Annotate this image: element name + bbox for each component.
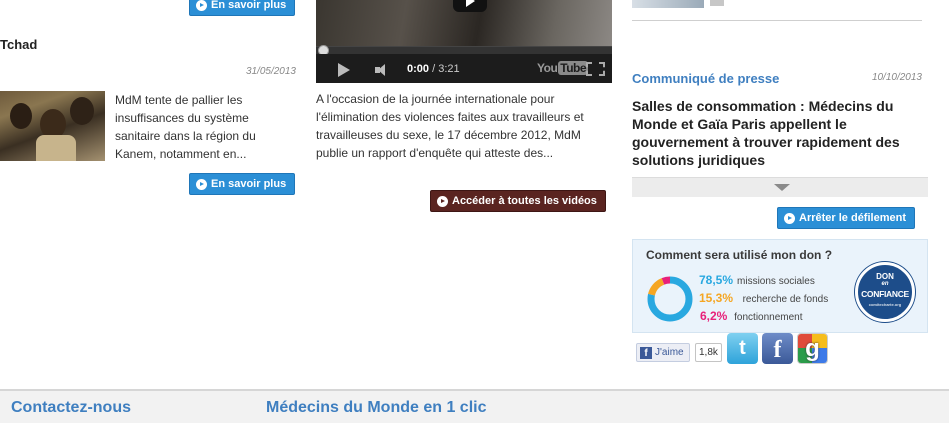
volume-icon[interactable] [375, 64, 393, 76]
button-label: Accéder à toutes les vidéos [452, 195, 597, 207]
arrow-circle-icon [437, 195, 448, 207]
google-plus-icon[interactable]: g [797, 333, 828, 364]
stop-scroll-button[interactable]: Arrêter le défilement [777, 207, 915, 229]
contact-link[interactable]: Contactez-nous [11, 399, 131, 417]
time-current: 0:00 [407, 63, 430, 75]
facebook-glyph: f [773, 337, 782, 363]
stat-pct: 15,3% [699, 291, 734, 305]
press-date: 10/10/2013 [871, 72, 922, 83]
stat-label: recherche de fonds [742, 294, 829, 305]
video-time: 0:00 / 3:21 [407, 63, 460, 75]
seal-line: en [881, 281, 889, 287]
youtube-logo[interactable]: You Tube [537, 61, 589, 75]
video-description: A l'occasion de la journée international… [316, 92, 584, 160]
en-savoir-plus-top-button[interactable]: En savoir plus [189, 0, 296, 16]
stat-fundraising: 15,3% recherche de fonds [699, 291, 828, 305]
news-date: 31/05/2013 [245, 66, 296, 77]
youtube-logo-you: You [537, 61, 558, 75]
like-count: 1,8k [695, 343, 722, 362]
button-label: Arrêter le défilement [799, 212, 906, 224]
page: En savoir plus Tchad 31/05/2013 MdM tent… [0, 0, 949, 423]
top-banner-fragment [632, 0, 732, 8]
news-thumbnail[interactable] [0, 91, 105, 161]
donation-question: Comment sera utilisé mon don ? [646, 248, 833, 262]
video-player[interactable]: 0:00 / 3:21 You Tube [316, 0, 612, 83]
news-excerpt: MdM tente de pallier les insuffisances d… [115, 93, 256, 161]
seal-line: comitecharte.org [868, 302, 902, 307]
seal-line: CONFIANCE [861, 289, 909, 299]
arrow-circle-icon [196, 178, 207, 190]
one-click-link[interactable]: Médecins du Monde en 1 clic [266, 399, 487, 417]
stat-label: fonctionnement [734, 312, 803, 323]
don-en-confiance-seal[interactable]: DON en CONFIANCE comitecharte.org [855, 262, 915, 322]
chevron-down-icon[interactable] [774, 184, 790, 191]
press-title[interactable]: Salles de consommation : Médecins du Mon… [632, 97, 932, 169]
divider [632, 20, 922, 21]
seal-line: DON [876, 272, 894, 281]
en-savoir-plus-button[interactable]: En savoir plus [189, 173, 296, 195]
video-progress-bar[interactable] [316, 46, 612, 54]
fullscreen-icon[interactable] [586, 62, 605, 76]
footer: Contactez-nous Médecins du Monde en 1 cl… [0, 389, 949, 423]
stat-pct: 78,5% [699, 273, 734, 287]
press-category[interactable]: Communiqué de presse [632, 71, 779, 86]
stat-label: missions sociales [737, 276, 815, 287]
news-title[interactable]: Tchad [0, 37, 37, 52]
like-label: J'aime [655, 347, 684, 358]
donation-usage-box[interactable]: Comment sera utilisé mon don ? 78,5% miss… [632, 239, 928, 333]
stat-operations: 6,2% fonctionnement [699, 309, 803, 323]
time-total: 3:21 [438, 63, 460, 75]
button-label: En savoir plus [211, 0, 287, 11]
play-icon[interactable] [338, 63, 350, 77]
stat-pct: 6,2% [700, 309, 728, 323]
twitter-glyph: t [739, 337, 746, 359]
facebook-like-button[interactable]: f J'aime [636, 343, 690, 362]
scroll-down-bar[interactable] [632, 177, 928, 197]
facebook-icon: f [640, 346, 652, 359]
play-overlay-icon[interactable] [453, 0, 487, 12]
google-glyph: g [805, 335, 820, 362]
stat-missions: 78,5% missions sociales [699, 273, 815, 287]
donation-donut-chart [647, 276, 693, 322]
all-videos-button[interactable]: Accéder à toutes les vidéos [430, 190, 606, 212]
twitter-icon[interactable]: t [727, 333, 758, 364]
facebook-share-icon[interactable]: f [762, 333, 793, 364]
button-label: En savoir plus [211, 178, 287, 190]
arrow-circle-icon [196, 0, 207, 11]
youtube-logo-tube: Tube [558, 61, 589, 75]
arrow-circle-icon [784, 212, 795, 224]
time-separator: / [429, 63, 439, 75]
